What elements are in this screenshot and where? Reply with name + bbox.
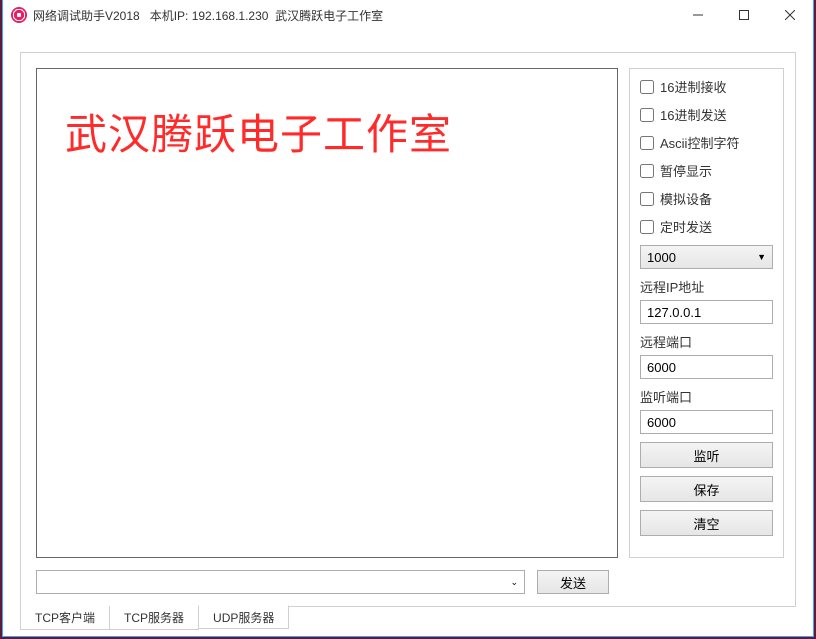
checkbox-pause-input[interactable] <box>640 164 654 178</box>
close-icon <box>785 10 795 20</box>
chevron-down-icon[interactable]: ⌄ <box>510 577 518 588</box>
checkbox-hex-send-label: 16进制发送 <box>660 105 726 124</box>
interval-value: 1000 <box>647 250 676 265</box>
listen-button[interactable]: 监听 <box>640 442 773 468</box>
checkbox-timed-send-input[interactable] <box>640 220 654 234</box>
checkbox-hex-send-input[interactable] <box>640 108 654 122</box>
checkbox-hex-send[interactable]: 16进制发送 <box>640 105 773 124</box>
checkbox-timed-send[interactable]: 定时发送 <box>640 217 773 236</box>
checkbox-hex-recv[interactable]: 16进制接收 <box>640 77 773 96</box>
close-button[interactable] <box>767 0 813 30</box>
checkbox-timed-send-label: 定时发送 <box>660 217 712 236</box>
label-remote-ip: 远程IP地址 <box>640 277 773 296</box>
titlebar: 网络调试助手V2018 本机IP: 192.168.1.230 武汉腾跃电子工作… <box>3 0 813 30</box>
maximize-icon <box>739 10 749 20</box>
checkbox-ascii-ctrl-label: Ascii控制字符 <box>660 133 739 152</box>
remote-ip-input[interactable] <box>640 300 773 324</box>
checkbox-pause[interactable]: 暂停显示 <box>640 161 773 180</box>
settings-panel: 16进制接收 16进制发送 Ascii控制字符 暂停显示 模拟设备 <box>629 68 784 558</box>
checkbox-hex-recv-input[interactable] <box>640 80 654 94</box>
minimize-button[interactable] <box>675 0 721 30</box>
minimize-icon <box>693 10 703 20</box>
app-icon <box>11 7 27 23</box>
send-row: ⌄ 发送 <box>36 570 609 594</box>
tab-bar: TCP客户端 TCP服务器 UDP服务器 <box>20 606 289 630</box>
label-remote-port: 远程端口 <box>640 332 773 351</box>
maximize-button[interactable] <box>721 0 767 30</box>
label-listen-port: 监听端口 <box>640 387 773 406</box>
save-button[interactable]: 保存 <box>640 476 773 502</box>
tab-panel-udp-server: 武汉腾跃电子工作室 16进制接收 16进制发送 Ascii控制字符 暂停显示 <box>20 52 796 607</box>
tab-udp-server[interactable]: UDP服务器 <box>198 605 289 629</box>
send-input[interactable]: ⌄ <box>36 570 525 594</box>
app-window: 网络调试助手V2018 本机IP: 192.168.1.230 武汉腾跃电子工作… <box>2 0 814 637</box>
checkbox-sim-device[interactable]: 模拟设备 <box>640 189 773 208</box>
interval-dropdown[interactable]: 1000 ▼ <box>640 245 773 269</box>
client-area: 武汉腾跃电子工作室 16进制接收 16进制发送 Ascii控制字符 暂停显示 <box>3 30 813 636</box>
checkbox-hex-recv-label: 16进制接收 <box>660 77 726 96</box>
checkbox-sim-device-label: 模拟设备 <box>660 189 712 208</box>
chevron-down-icon: ▼ <box>757 252 766 262</box>
tab-tcp-server[interactable]: TCP服务器 <box>109 606 199 630</box>
window-controls <box>675 0 813 30</box>
receive-display[interactable]: 武汉腾跃电子工作室 <box>36 68 618 558</box>
checkbox-sim-device-input[interactable] <box>640 192 654 206</box>
checkbox-ascii-ctrl[interactable]: Ascii控制字符 <box>640 133 773 152</box>
checkbox-ascii-ctrl-input[interactable] <box>640 136 654 150</box>
window-title: 网络调试助手V2018 本机IP: 192.168.1.230 武汉腾跃电子工作… <box>33 7 383 24</box>
clear-button[interactable]: 清空 <box>640 510 773 536</box>
listen-port-input[interactable] <box>640 410 773 434</box>
checkbox-pause-label: 暂停显示 <box>660 161 712 180</box>
watermark-text: 武汉腾跃电子工作室 <box>65 101 589 162</box>
tab-tcp-client[interactable]: TCP客户端 <box>20 606 110 630</box>
send-button[interactable]: 发送 <box>537 570 609 594</box>
remote-port-input[interactable] <box>640 355 773 379</box>
